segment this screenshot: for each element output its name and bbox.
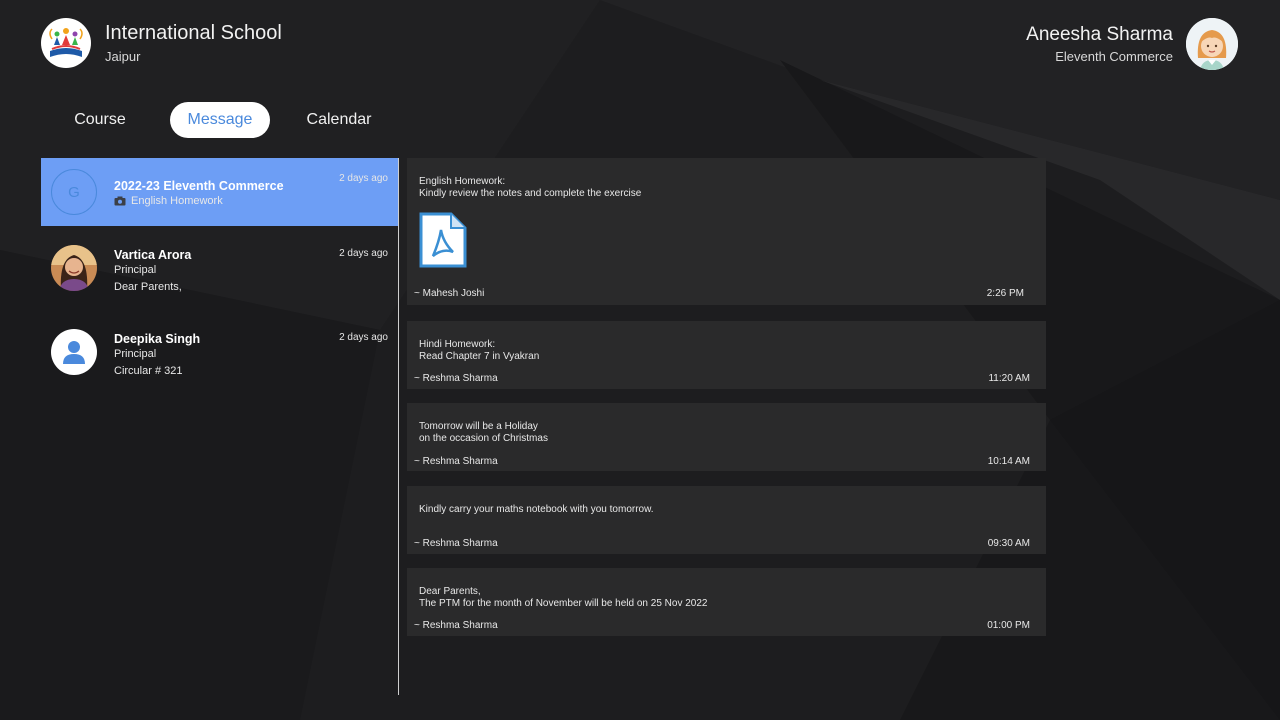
message-text: Tomorrow will be a Holiday on the occasi… (419, 421, 548, 444)
main-tabs: Course Message Calendar (0, 102, 400, 138)
user-name: Aneesha Sharma (1026, 24, 1173, 45)
conversation-preview-text: English Homework (131, 195, 223, 207)
message-card: Kindly carry your maths notebook with yo… (407, 486, 1046, 554)
list-divider (398, 158, 399, 695)
default-avatar (51, 329, 97, 375)
message-time: 01:00 PM (987, 620, 1030, 631)
message-time: 09:30 AM (987, 538, 1030, 549)
conversation-role: Principal (114, 348, 157, 360)
conversation-preview: English Homework (114, 195, 223, 207)
conversation-item[interactable]: Deepika Singh Principal Circular # 321 2… (41, 318, 398, 386)
conversation-time: 2 days ago (339, 248, 388, 259)
conversation-preview: Circular # 321 (114, 365, 183, 377)
message-time: 11:20 AM (988, 373, 1030, 384)
message-author: ~ Reshma Sharma (414, 620, 498, 631)
message-time: 10:14 AM (987, 456, 1030, 467)
message-text: English Homework: Kindly review the note… (419, 176, 642, 199)
person-icon (63, 341, 85, 364)
message-card: Tomorrow will be a Holiday on the occasi… (407, 403, 1046, 471)
conversation-list: G 2022-23 Eleventh Commerce English Home… (41, 158, 398, 695)
message-author: ~ Reshma Sharma (414, 538, 498, 549)
message-author: ~ Reshma Sharma (414, 373, 498, 384)
message-text: Hindi Homework: Read Chapter 7 in Vyakra… (419, 339, 540, 362)
message-text: Dear Parents, The PTM for the month of N… (419, 586, 708, 609)
tab-message[interactable]: Message (170, 102, 270, 138)
person-photo-icon (51, 245, 97, 291)
conversation-preview: Dear Parents, (114, 281, 182, 293)
school-name: International School (105, 22, 282, 44)
school-logo (41, 18, 91, 68)
user-class: Eleventh Commerce (1055, 49, 1173, 64)
message-text: Kindly carry your maths notebook with yo… (419, 504, 654, 515)
conversation-time: 2 days ago (339, 173, 388, 184)
camera-icon (114, 196, 126, 206)
message-card: Dear Parents, The PTM for the month of N… (407, 568, 1046, 636)
group-avatar: G (51, 169, 97, 215)
photo-avatar (51, 245, 97, 291)
message-card: English Homework: Kindly review the note… (407, 158, 1046, 305)
tab-calendar[interactable]: Calendar (296, 102, 382, 138)
conversation-time: 2 days ago (339, 332, 388, 343)
conversation-title: Deepika Singh (114, 332, 201, 346)
conversation-item[interactable]: Vartica Arora Principal Dear Parents, 2 … (41, 234, 398, 302)
girl-avatar-icon (1186, 18, 1238, 70)
school-logo-icon (49, 28, 83, 57)
school-city: Jaipur (105, 49, 141, 64)
message-time: 2:26 PM (986, 288, 1024, 299)
message-author: ~ Reshma Sharma (414, 456, 498, 467)
message-card: Hindi Homework: Read Chapter 7 in Vyakra… (407, 321, 1046, 389)
conversation-title: 2022-23 Eleventh Commerce (114, 179, 284, 193)
tab-course[interactable]: Course (60, 102, 140, 138)
conversation-role: Principal (114, 264, 157, 276)
conversation-item[interactable]: G 2022-23 Eleventh Commerce English Home… (41, 158, 398, 226)
conversation-title: Vartica Arora (114, 248, 192, 262)
group-avatar-letter: G (68, 183, 80, 201)
pdf-file-icon[interactable] (419, 212, 467, 268)
user-avatar[interactable] (1186, 18, 1238, 70)
message-author: ~ Mahesh Joshi (414, 288, 485, 299)
